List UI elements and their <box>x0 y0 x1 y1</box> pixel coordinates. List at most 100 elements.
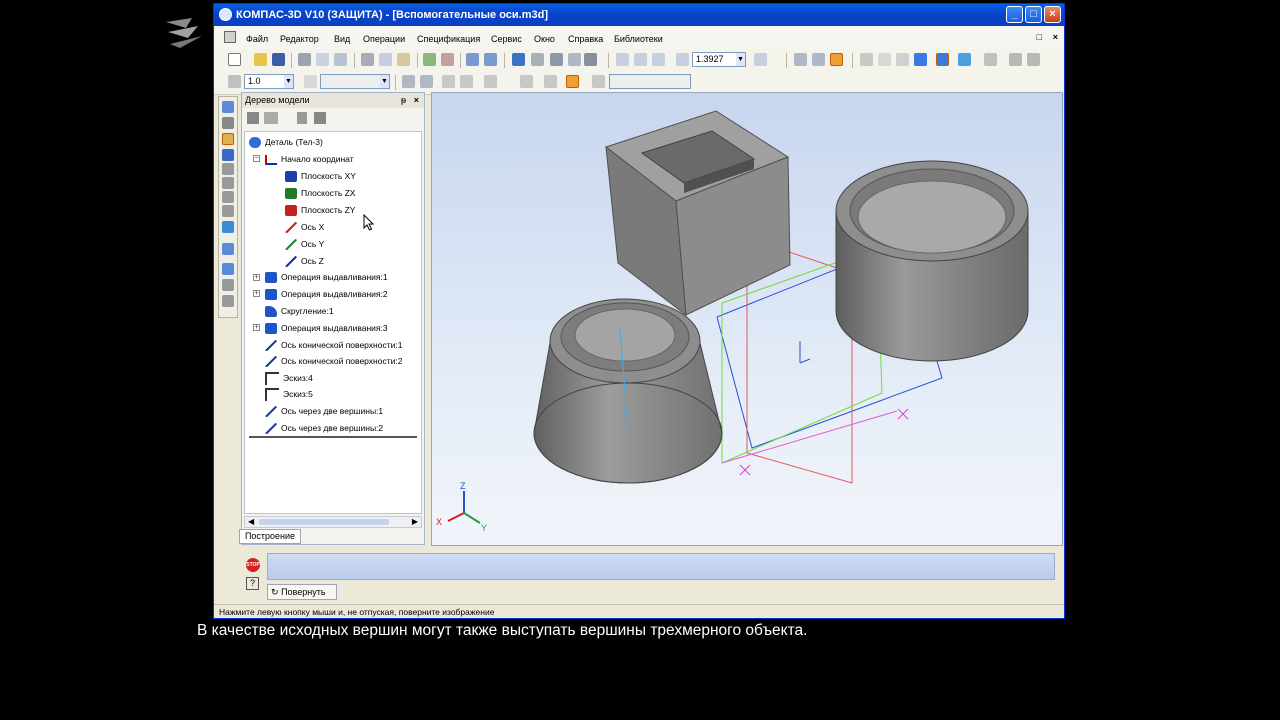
tree-item-sketch-5[interactable]: Эскиз:5 <box>265 387 313 402</box>
view-orientation-icon[interactable] <box>860 53 873 66</box>
lines-icon[interactable] <box>484 75 497 88</box>
expand-icon[interactable]: + <box>253 274 260 281</box>
local-cs-icon[interactable] <box>544 75 557 88</box>
stop-icon[interactable]: STOP <box>246 558 260 572</box>
coords-icon[interactable] <box>520 75 533 88</box>
tool-extra-icon[interactable] <box>222 295 234 307</box>
cursor-snap-icon[interactable] <box>566 75 579 88</box>
close-tree-icon[interactable]: × <box>414 93 419 108</box>
perspective-icon[interactable] <box>958 53 971 66</box>
shaded-edges-icon[interactable] <box>936 53 949 66</box>
menu-specification[interactable]: Спецификация <box>417 34 480 44</box>
scroll-thumb[interactable] <box>259 519 389 525</box>
library-icon[interactable] <box>531 53 544 66</box>
pan-icon[interactable] <box>794 53 807 66</box>
tree-sort-icon[interactable] <box>297 112 307 124</box>
tree-root[interactable]: Деталь (Тел-3) <box>249 135 323 149</box>
tool-surfaces-icon[interactable] <box>222 149 234 161</box>
close-doc-icon[interactable]: × <box>1053 32 1058 42</box>
extra-icon-2[interactable] <box>1027 53 1040 66</box>
tree-item-plane-zy[interactable]: Плоскость ZY <box>285 203 355 217</box>
wireframe-icon[interactable] <box>878 53 891 66</box>
tool-arrays-icon[interactable] <box>222 163 234 175</box>
help-arrow-icon[interactable] <box>584 53 597 66</box>
tree-item-origin[interactable]: Начало координат <box>265 152 354 166</box>
variables-icon[interactable] <box>550 53 563 66</box>
help-icon[interactable]: ? <box>246 577 259 590</box>
tree-item-extrude-1[interactable]: Операция выдавливания:1 <box>265 270 388 284</box>
scroll-right-icon[interactable]: ▶ <box>412 517 418 526</box>
tree-item-extrude-2[interactable]: Операция выдавливания:2 <box>265 287 388 301</box>
tree-item-cone-axis-1[interactable]: Ось конической поверхности:1 <box>265 338 402 352</box>
expand-icon[interactable]: + <box>253 324 260 331</box>
fit-icon[interactable] <box>754 53 767 66</box>
list-icon[interactable] <box>441 53 454 66</box>
step-combo[interactable]: 1.0 ▼ <box>244 74 294 89</box>
tree-item-cone-axis-2[interactable]: Ось конической поверхности:2 <box>265 354 402 368</box>
tool-sheet-icon[interactable] <box>222 177 234 189</box>
zoom-in-icon[interactable] <box>634 53 647 66</box>
ortho-icon[interactable] <box>442 75 455 88</box>
tool-sketch-icon[interactable] <box>222 117 234 129</box>
scroll-left-icon[interactable]: ◀ <box>248 517 254 526</box>
new-file-icon[interactable] <box>228 53 241 66</box>
tree-item-axis-y[interactable]: Ось Y <box>285 237 324 251</box>
tool-select-icon[interactable] <box>222 221 234 233</box>
zoom-window-icon[interactable] <box>616 53 629 66</box>
print-setup-icon[interactable] <box>334 53 347 66</box>
tree-item-sketch-4[interactable]: Эскиз:4 <box>265 371 313 386</box>
chevron-down-icon[interactable]: ▼ <box>736 53 745 66</box>
pin-icon[interactable]: ᵽ <box>401 93 406 108</box>
menu-operations[interactable]: Операции <box>363 34 405 44</box>
chevron-down-icon[interactable]: ▼ <box>380 75 389 88</box>
document-icon[interactable] <box>224 31 236 43</box>
extra-icon[interactable] <box>1009 53 1022 66</box>
tree-item-fillet[interactable]: Скругление:1 <box>265 304 334 318</box>
layer-icon[interactable] <box>304 75 317 88</box>
menu-edit[interactable]: Редактор <box>280 34 319 44</box>
copy-icon[interactable] <box>379 53 392 66</box>
hidden-lines-icon[interactable] <box>896 53 909 66</box>
print-icon[interactable] <box>298 53 311 66</box>
menu-service[interactable]: Сервис <box>491 34 522 44</box>
coord-field[interactable] <box>609 74 691 89</box>
save-icon[interactable] <box>272 53 285 66</box>
open-file-icon[interactable] <box>254 53 267 66</box>
cut-icon[interactable] <box>361 53 374 66</box>
tree-item-extrude-3[interactable]: Операция выдавливания:3 <box>265 321 388 335</box>
tree-order-icon[interactable] <box>247 112 259 124</box>
layer-combo[interactable]: ▼ <box>320 74 390 89</box>
menu-help[interactable]: Справка <box>568 34 603 44</box>
tab-construction[interactable]: Построение <box>239 529 301 544</box>
properties-icon[interactable] <box>423 53 436 66</box>
undo-icon[interactable] <box>466 53 479 66</box>
menu-file[interactable]: Файл <box>246 34 268 44</box>
tree-item-plane-zx[interactable]: Плоскость ZX <box>285 186 355 200</box>
minimize-button[interactable]: _ <box>1006 6 1023 23</box>
tool-axis-icon[interactable] <box>222 263 234 275</box>
restore-doc-icon[interactable]: □ <box>1037 32 1042 42</box>
preview-icon[interactable] <box>316 53 329 66</box>
zoom-combo[interactable]: 1.3927 ▼ <box>692 52 746 67</box>
grid-icon[interactable] <box>228 75 241 88</box>
tool-dimension-icon[interactable] <box>222 191 234 203</box>
cross-icon[interactable] <box>592 75 605 88</box>
zoom-out-icon[interactable] <box>652 53 665 66</box>
snap-icon[interactable] <box>402 75 415 88</box>
zoom-icon[interactable] <box>676 53 689 66</box>
zoom-all-icon[interactable] <box>812 53 825 66</box>
expand-icon[interactable]: + <box>253 290 260 297</box>
maximize-button[interactable]: □ <box>1025 6 1042 23</box>
tool-planes-icon[interactable] <box>222 279 234 291</box>
tool-geometry-icon[interactable] <box>222 133 234 145</box>
chevron-down-icon[interactable]: ▼ <box>284 75 293 88</box>
tree-item-vertex-axis-2[interactable]: Ось через две вершины:2 <box>265 421 383 435</box>
settings-icon[interactable] <box>984 53 997 66</box>
tree-item-axis-x[interactable]: Ось X <box>285 220 324 234</box>
menu-view[interactable]: Вид <box>334 34 350 44</box>
menu-libraries[interactable]: Библиотеки <box>614 34 663 44</box>
paste-icon[interactable] <box>397 53 410 66</box>
tree-filter-icon[interactable] <box>314 112 326 124</box>
tool-edit-icon[interactable] <box>222 101 234 113</box>
tree-item-axis-z[interactable]: Ось Z <box>285 254 324 268</box>
